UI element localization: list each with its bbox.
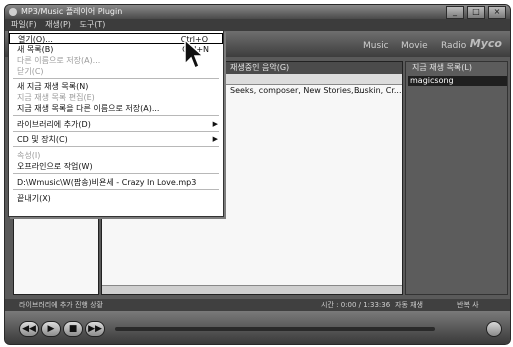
horizontal-scrollbar[interactable] (102, 285, 402, 294)
window-buttons: _ □ × (446, 6, 506, 19)
brand-logo: Myco (469, 37, 502, 50)
status-bar: 라이브러리에 추가 진행 상황 시간 : 0:00 / 1:33:36 자동 재… (5, 299, 510, 311)
now-playing-header-label: 재생중인 음악(G) (230, 63, 290, 72)
menu-item-label: 오프라인으로 작업(W) (17, 162, 93, 171)
menu-item-label: 새 목록(B) (17, 45, 54, 54)
close-button[interactable]: × (488, 6, 506, 19)
menu-item-label: 다른 이름으로 저장(A)... (17, 56, 101, 65)
tab-music[interactable]: Music (363, 41, 389, 51)
menu-item-exit[interactable]: 끝내기(X) (9, 193, 223, 204)
playlist-item[interactable]: magicsong (408, 76, 507, 86)
maximize-button[interactable]: □ (467, 6, 485, 19)
menu-play[interactable]: 재생(P) (45, 20, 71, 29)
menu-item-new-now-playing[interactable]: 새 지금 재생 목록(N) (9, 81, 223, 92)
minimize-button[interactable]: _ (446, 6, 464, 19)
menu-item-label: CD 및 장치(C) (17, 135, 68, 144)
menu-item-recent-file[interactable]: D:\Wmusic\W(팝송)비욘세 - Crazy In Love.mp3 (9, 177, 223, 188)
menu-item-label: 속성(I) (17, 151, 41, 160)
submenu-arrow-icon: ▶ (212, 135, 218, 143)
menu-item-label: 새 지금 재생 목록(N) (17, 82, 89, 91)
menu-item-properties[interactable]: 속성(I) (9, 150, 223, 161)
menu-file[interactable]: 파일(F) (11, 20, 37, 29)
app-icon (9, 8, 17, 16)
previous-button[interactable]: ◀◀ (19, 321, 39, 337)
library-progress-text: 라이브러리에 추가 진행 상황 (19, 301, 103, 309)
track-meta: Buskin, Cr... (354, 86, 402, 95)
menu-item-label: 닫기(C) (17, 67, 44, 76)
menu-item-label: 끝내기(X) (17, 194, 51, 203)
menu-item-label: 라이브러리에 추가(D) (17, 120, 91, 129)
track-title: Seeks, composer, New Stories, ... (230, 86, 364, 95)
volume-knob[interactable] (486, 321, 502, 337)
menu-item-label: 지금 재생 목록 편집(E) (17, 93, 95, 102)
submenu-arrow-icon: ▶ (212, 120, 218, 128)
tab-radio[interactable]: Radio (441, 41, 466, 51)
menu-tools[interactable]: 도구(T) (79, 20, 105, 29)
menu-item-work-offline[interactable]: 오프라인으로 작업(W) (9, 161, 223, 172)
window-title: MP3/Music 플레이어 Plugin (21, 7, 123, 16)
menu-item-label: 열기(O)... (18, 35, 53, 44)
playlist-panel: 지금 재생 목록(L) magicsong (405, 61, 508, 295)
menu-item-add-to-library[interactable]: 라이브러리에 추가(D) ▶ (9, 119, 223, 130)
menu-separator (13, 78, 219, 79)
playback-controls: ◀◀ ▶ ■ ▶▶ (5, 311, 510, 344)
playlist-header[interactable]: 지금 재생 목록(L) (406, 62, 510, 74)
menu-separator (13, 131, 219, 132)
title-bar: MP3/Music 플레이어 Plugin _ □ × (5, 5, 510, 19)
tab-movie[interactable]: Movie (401, 41, 428, 51)
repeat-toggle[interactable]: 반복 사 (457, 299, 479, 311)
menu-item-edit-now-playing[interactable]: 지금 재생 목록 편집(E) (9, 92, 223, 103)
seek-bar[interactable] (115, 327, 435, 331)
next-button[interactable]: ▶▶ (85, 321, 105, 337)
menu-separator (13, 189, 219, 190)
play-button[interactable]: ▶ (41, 321, 61, 337)
menu-item-label: D:\Wmusic\W(팝송)비욘세 - Crazy In Love.mp3 (17, 178, 197, 187)
mouse-pointer-icon (184, 38, 205, 70)
autoplay-toggle[interactable]: 자동 재생 (395, 299, 423, 311)
stop-button[interactable]: ■ (63, 321, 83, 337)
menu-separator (13, 173, 219, 174)
menu-item-cd-devices[interactable]: CD 및 장치(C) ▶ (9, 134, 223, 145)
menu-item-label: 지금 재생 목록을 다른 이름으로 저장(A)... (17, 104, 160, 113)
menu-separator (13, 146, 219, 147)
menu-separator (13, 115, 219, 116)
menu-item-save-now-playing-as[interactable]: 지금 재생 목록을 다른 이름으로 저장(A)... (9, 103, 223, 114)
time-readout: 시간 : 0:00 / 1:33:36 (321, 301, 391, 309)
